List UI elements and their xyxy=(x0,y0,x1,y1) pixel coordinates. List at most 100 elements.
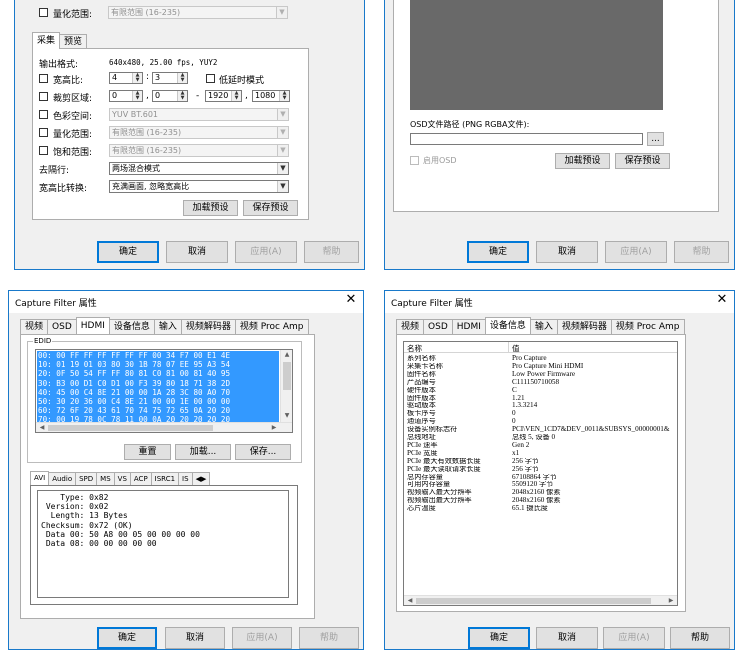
list-item-name[interactable]: 总线地址 xyxy=(407,434,507,442)
list-item-name[interactable]: 设备实例标志符 xyxy=(407,426,507,434)
bl-tab-2[interactable]: HDMI xyxy=(75,317,110,334)
br-tab-5[interactable]: 视频解码器 xyxy=(556,319,612,334)
apply-button[interactable]: 应用(A) xyxy=(235,241,297,263)
bl-tab-3[interactable]: 设备信息 xyxy=(108,319,155,334)
list-item-value[interactable]: PCI\VEN_1CD7&DEV_0011&SUBSYS_00000001& xyxy=(512,426,677,434)
crop-top-spinner[interactable]: 0 ▲ ▼ xyxy=(152,90,188,102)
aspect-ratio-checkbox[interactable] xyxy=(39,74,48,83)
column-name-header[interactable]: 名称 xyxy=(407,343,422,354)
br-tab-1[interactable]: OSD xyxy=(423,319,453,334)
list-item-name[interactable]: PCIe 宽度 xyxy=(407,450,507,458)
help-button[interactable]: 帮助 xyxy=(299,627,359,649)
list-item-value[interactable]: Low Power Firmware xyxy=(512,371,677,379)
list-item-value[interactable]: 67108864 字节 xyxy=(512,474,677,482)
apply-button[interactable]: 应用(A) xyxy=(603,627,665,649)
load-preset-button[interactable]: 加载预设 xyxy=(183,200,238,216)
infoframe-tab[interactable]: SPD xyxy=(75,472,98,485)
tab-capture[interactable]: 采集 xyxy=(32,32,61,49)
list-item-value[interactable]: 总线 5, 设备 0 xyxy=(512,434,677,442)
save-button[interactable]: 保存... xyxy=(235,444,291,460)
infoframe-tab[interactable]: AVI xyxy=(30,471,50,485)
list-item-name[interactable]: 视频输入最大分辨率 xyxy=(407,489,507,497)
column-divider[interactable] xyxy=(508,342,509,353)
scroll-down-icon[interactable]: ▼ xyxy=(282,412,292,419)
list-item-value[interactable]: 1.21 xyxy=(512,395,677,403)
list-item-name[interactable]: 通道序号 xyxy=(407,418,507,426)
column-value-header[interactable]: 值 xyxy=(512,343,520,354)
save-preset-button[interactable]: 保存预设 xyxy=(243,200,298,216)
list-item-value[interactable]: 2048x2160 像素 xyxy=(512,497,677,505)
list-item-name[interactable]: 采集卡名称 xyxy=(407,363,507,371)
list-item-value[interactable]: C111150710058 xyxy=(512,379,677,387)
cancel-button[interactable]: 取消 xyxy=(165,627,225,649)
list-item-name[interactable]: 视频输出最大分辨率 xyxy=(407,497,507,505)
br-tab-6[interactable]: 视频 Proc Amp xyxy=(610,319,685,334)
list-item-value[interactable]: 2048x2160 像素 xyxy=(512,489,677,497)
list-item-name[interactable]: 硬件版本 xyxy=(407,387,507,395)
deinterlace-select[interactable]: 两场混合模式 ▼ xyxy=(109,162,289,175)
reset-button[interactable]: 重置 xyxy=(124,444,171,460)
br-tab-4[interactable]: 输入 xyxy=(529,319,558,334)
aspect-convert-select[interactable]: 充满画面, 忽略宽高比 ▼ xyxy=(109,180,289,193)
saturation-select[interactable]: 有限范围 (16-235) ▼ xyxy=(109,144,289,157)
enable-osd-checkbox[interactable] xyxy=(410,156,419,165)
list-item-value[interactable]: Pro Capture xyxy=(512,355,677,363)
scroll-left-icon[interactable]: ◀ xyxy=(37,424,47,431)
ok-button[interactable]: 确定 xyxy=(467,241,529,263)
br-tab-2[interactable]: HDMI xyxy=(451,319,486,334)
quant-range-checkbox[interactable] xyxy=(39,8,48,17)
list-item-name[interactable]: PCIe 最大读取请求长度 xyxy=(407,466,507,474)
list-item-value[interactable]: 0 xyxy=(512,410,677,418)
list-item-name[interactable]: 可用内存容量 xyxy=(407,481,507,489)
help-button[interactable]: 帮助 xyxy=(304,241,359,263)
crop-checkbox[interactable] xyxy=(39,92,48,101)
crop-bottom-spinner[interactable]: 1080 ▲ ▼ xyxy=(252,90,290,102)
cancel-button[interactable]: 取消 xyxy=(166,241,228,263)
edid-vscrollbar[interactable]: ▲ ▼ xyxy=(280,350,292,422)
load-preset-button[interactable]: 加载预设 xyxy=(555,153,610,169)
list-item-value[interactable]: 5509120 字节 xyxy=(512,481,677,489)
scroll-up-icon[interactable]: ▲ xyxy=(282,351,292,358)
list-hscrollbar[interactable]: ◀ ▶ xyxy=(404,595,677,605)
list-item-name[interactable]: PCIe 最大有效数据长度 xyxy=(407,458,507,466)
ok-button[interactable]: 确定 xyxy=(468,627,530,649)
bl-tab-5[interactable]: 视频解码器 xyxy=(180,319,236,334)
scroll-left-icon[interactable]: ◀ xyxy=(405,597,415,604)
quant-range-2-checkbox[interactable] xyxy=(39,128,48,137)
tab-scroll-arrows-icon[interactable]: ◀▶ xyxy=(191,472,211,485)
crop-right-spinner[interactable]: 1920 ▲ ▼ xyxy=(205,90,242,102)
list-item-value[interactable]: C xyxy=(512,387,677,395)
list-item-value[interactable]: Pro Capture Mini HDMI xyxy=(512,363,677,371)
list-item-value[interactable]: 65.1 摄氏度 xyxy=(512,505,677,513)
scroll-thumb[interactable] xyxy=(48,425,213,431)
help-button[interactable]: 帮助 xyxy=(670,627,730,649)
close-icon[interactable]: ✕ xyxy=(715,292,729,307)
list-item-name[interactable]: 系列名称 xyxy=(407,355,507,363)
bl-tab-4[interactable]: 输入 xyxy=(153,319,182,334)
saturation-checkbox[interactable] xyxy=(39,146,48,155)
bl-tab-6[interactable]: 视频 Proc Amp xyxy=(234,319,309,334)
device-info-list[interactable]: 名称 值 系列名称 Pro Capture 采集卡名称 Pro Capture Min… xyxy=(403,341,678,606)
list-item-value[interactable]: 1.3.3214 xyxy=(512,402,677,410)
infoframe-tab[interactable]: MS xyxy=(96,472,115,485)
list-item-name[interactable]: 驱动版本 xyxy=(407,402,507,410)
list-item-value[interactable]: 0 xyxy=(512,418,677,426)
list-item-value[interactable]: Gen 2 xyxy=(512,442,677,450)
apply-button[interactable]: 应用(A) xyxy=(232,627,292,649)
list-item-value[interactable]: 256 字节 xyxy=(512,466,677,474)
aspect-height-spinner[interactable]: 3 ▲ ▼ xyxy=(152,72,188,84)
ok-button[interactable]: 确定 xyxy=(97,627,157,649)
br-tab-0[interactable]: 视频 xyxy=(396,319,425,334)
bl-tab-1[interactable]: OSD xyxy=(47,319,77,334)
infoframe-tab[interactable]: IS xyxy=(178,472,193,485)
quant-range-select[interactable]: 有限范围 (16-235) ▼ xyxy=(108,6,288,19)
help-button[interactable]: 帮助 xyxy=(674,241,729,263)
tab-preview[interactable]: 预览 xyxy=(59,34,88,49)
list-item-name[interactable]: PCIe 速率 xyxy=(407,442,507,450)
infoframe-tab[interactable]: Audio xyxy=(48,472,77,485)
edid-hex-view[interactable]: 00: 00 FF FF FF FF FF FF 00 34 F7 00 E1 … xyxy=(35,349,293,433)
aspect-width-spinner[interactable]: 4 ▲ ▼ xyxy=(109,72,143,84)
ok-button[interactable]: 确定 xyxy=(97,241,159,263)
cancel-button[interactable]: 取消 xyxy=(536,241,598,263)
apply-button[interactable]: 应用(A) xyxy=(605,241,667,263)
